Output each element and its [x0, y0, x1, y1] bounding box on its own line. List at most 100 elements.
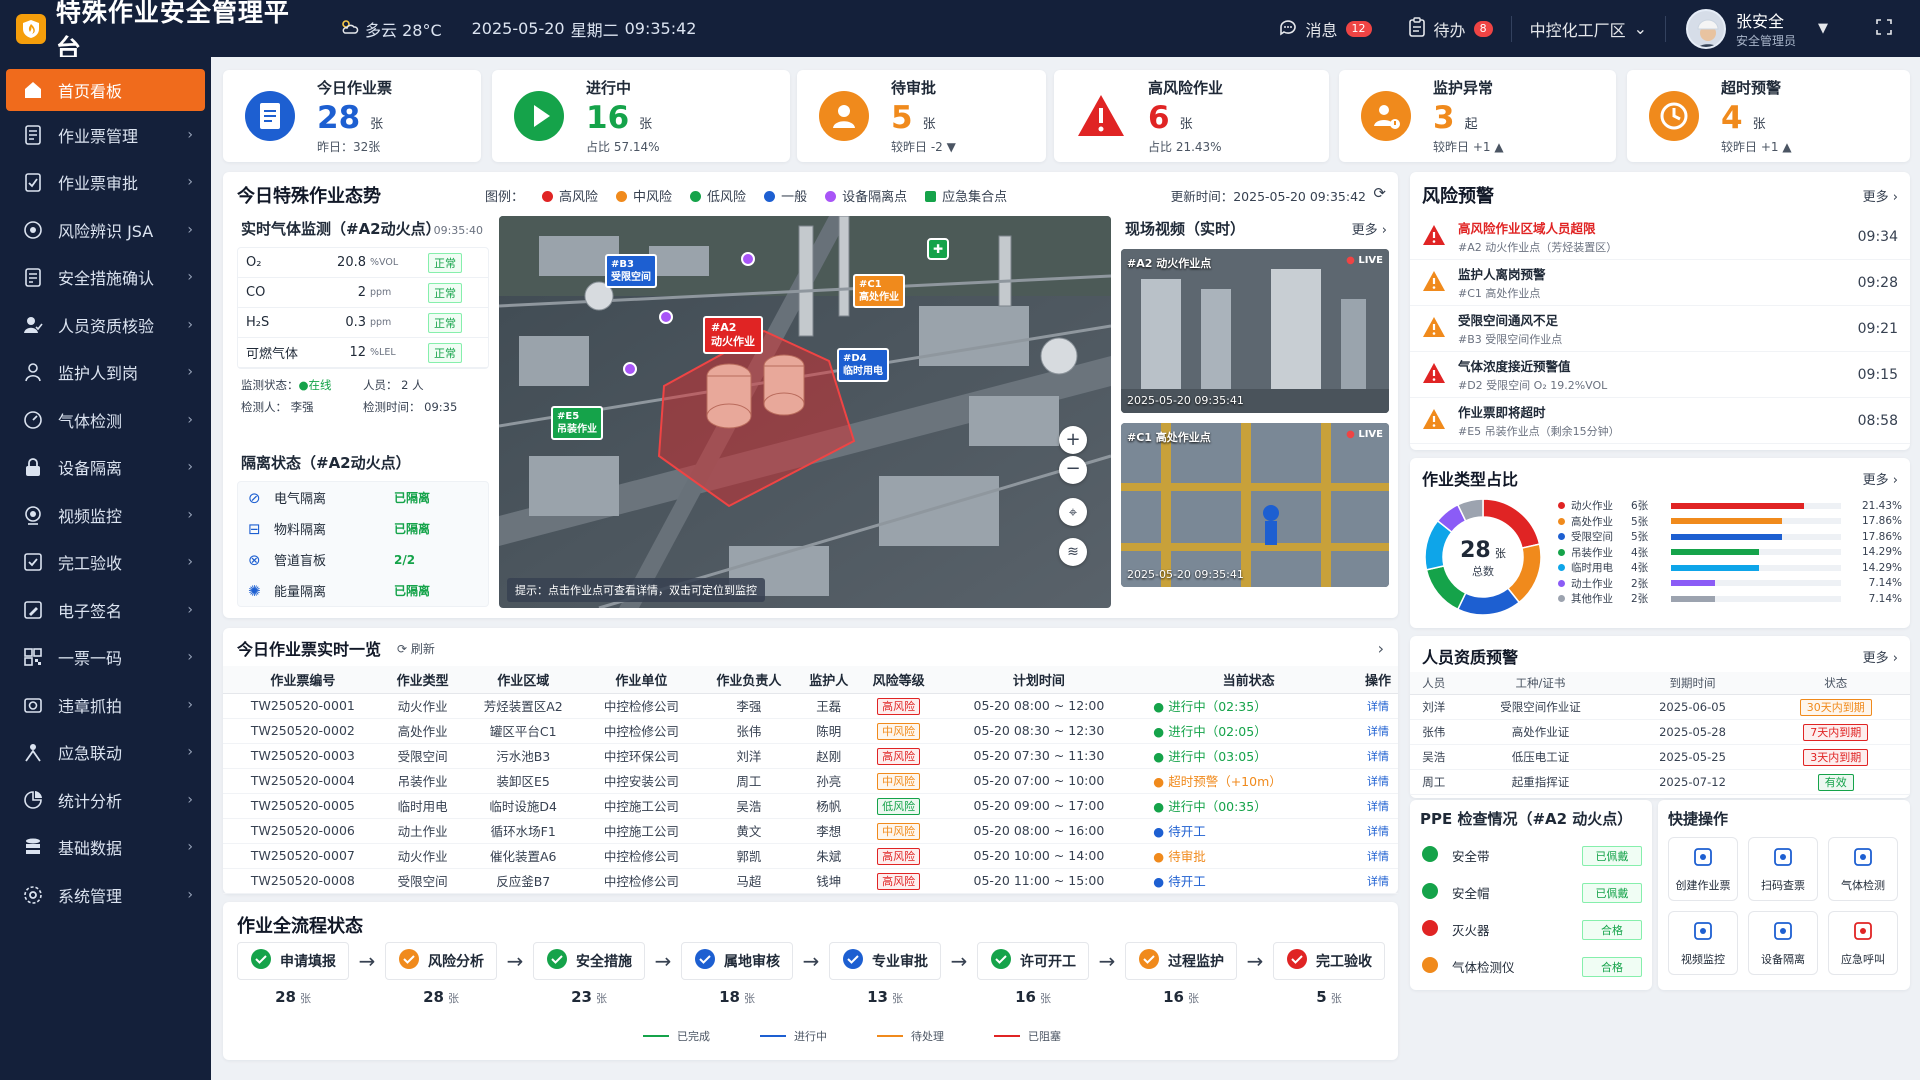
sidebar-item-18[interactable]: 系统管理 ›: [0, 871, 211, 919]
isolation-point-marker[interactable]: [659, 310, 673, 324]
video-feed-2[interactable]: #C1 高处作业点 ● LIVE 2025-05-20 09:35:41: [1121, 423, 1389, 587]
detail-link[interactable]: 详情: [1367, 825, 1389, 838]
user-menu[interactable]: 张安全 安全管理员 ▼: [1666, 8, 1848, 49]
messages-button[interactable]: 消息 12: [1260, 0, 1390, 57]
sidebar-item-10[interactable]: 视频监控 ›: [0, 491, 211, 539]
warning-icon: [1422, 362, 1458, 388]
locate-icon[interactable]: ⌖: [1059, 498, 1087, 526]
zoom-out-button[interactable]: −: [1059, 456, 1087, 484]
marker-a2[interactable]: #A2 动火作业: [703, 316, 763, 354]
stat-card-3[interactable]: 待审批 5 张较昨日 -2 ▼: [797, 70, 1046, 162]
sidebar-item-5[interactable]: 安全措施确认 ›: [0, 254, 211, 302]
detail-link[interactable]: 详情: [1367, 750, 1389, 763]
stat-card-2[interactable]: 进行中 16 张占比 57.14%: [492, 70, 790, 162]
isolation-point-marker[interactable]: [623, 362, 637, 376]
table-row[interactable]: TW250520-0002 高处作业 罐区平台C1 中控检修公司 张伟 陈明 中风险 05-2…: [223, 718, 1398, 744]
table-row[interactable]: TW250520-0005 临时用电 临时设施D4 中控施工公司 吴浩 杨帆 低风险 05-2…: [223, 793, 1398, 819]
process-step[interactable]: 专业审批 13 张: [829, 942, 941, 1006]
detail-link[interactable]: 详情: [1367, 725, 1389, 738]
alert-item[interactable]: 监护人离岗预警 #C1 高处作业点 09:28: [1410, 260, 1910, 306]
stat-card-5[interactable]: 监护异常 3 起较昨日 +1 ▲: [1339, 70, 1616, 162]
process-step[interactable]: 过程监护 16 张: [1125, 942, 1237, 1006]
assembly-point-icon[interactable]: ✚: [927, 238, 949, 260]
stat-card-1[interactable]: 今日作业票 28 张昨日：32张: [223, 70, 481, 162]
zoom-in-button[interactable]: +: [1059, 426, 1087, 454]
stat-card-6[interactable]: 超时预警 4 张较昨日 +1 ▲: [1627, 70, 1910, 162]
quick-title: 快捷操作: [1668, 810, 1729, 828]
quick-action-button[interactable]: 扫码查票: [1748, 837, 1818, 901]
detail-link[interactable]: 详情: [1367, 775, 1389, 788]
sidebar-item-label: 应急联动: [58, 744, 123, 764]
table-row[interactable]: TW250520-0003 受限空间 污水池B3 中控环保公司 刘洋 赵刚 高风险 05-20…: [223, 743, 1398, 769]
marker-d4[interactable]: #D4 临时用电: [837, 348, 889, 382]
sidebar-item-14[interactable]: 违章抓拍 ›: [0, 681, 211, 729]
process-step[interactable]: 许可开工 16 张: [977, 942, 1089, 1006]
donut-slice-3[interactable]: [1456, 587, 1521, 616]
detail-link[interactable]: 详情: [1367, 875, 1389, 888]
marker-b3[interactable]: #B3 受限空间: [605, 254, 657, 288]
site-map[interactable]: #B3 受限空间 #C1 高处作业 #A2 动火作业 #D4 临时用电 #E5 吊装作业 …: [499, 216, 1111, 608]
refresh-icon[interactable]: ⟳: [1373, 184, 1386, 202]
process-step[interactable]: 风险分析 28 张: [385, 942, 497, 1006]
sidebar-item-3[interactable]: 作业票审批 ›: [0, 159, 211, 207]
alert-item[interactable]: 受限空间通风不足 #B3 受限空间作业点 09:21: [1410, 306, 1910, 352]
stat-unit: 张: [639, 117, 653, 132]
sidebar-item-1[interactable]: 首页看板: [6, 69, 205, 111]
job-type-more-link[interactable]: 更多 ›: [1863, 469, 1898, 488]
table-row[interactable]: TW250520-0007 动火作业 催化装置A6 中控检修公司 郭凯 朱斌 高风险 05-2…: [223, 843, 1398, 869]
quick-action-button[interactable]: 气体检测: [1828, 837, 1898, 901]
process-step[interactable]: 申请填报 28 张: [237, 942, 349, 1006]
alert-item[interactable]: 气体浓度接近预警值 #D2 受限空间 O₂ 19.2%VOL 09:15: [1410, 352, 1910, 398]
sidebar-item-6[interactable]: 人员资质核验 ›: [0, 301, 211, 349]
alert-item[interactable]: 作业票即将超时 #E5 吊装作业点（剩余15分钟） 08:58: [1410, 398, 1910, 444]
quick-action-button[interactable]: 视频监控: [1668, 911, 1738, 975]
sidebar-item-8[interactable]: 气体检测 ›: [0, 396, 211, 444]
refresh-button[interactable]: ⟳ 刷新: [397, 640, 435, 657]
sidebar-item-15[interactable]: 应急联动 ›: [0, 729, 211, 777]
sidebar-item-9[interactable]: 设备隔离 ›: [0, 444, 211, 492]
sidebar-item-11[interactable]: 完工验收 ›: [0, 539, 211, 587]
sidebar-item-16[interactable]: 统计分析 ›: [0, 776, 211, 824]
video-feed-1[interactable]: #A2 动火作业点 ● LIVE 2025-05-20 09:35:41: [1121, 249, 1389, 413]
isolation-point-marker[interactable]: [741, 252, 755, 266]
marker-e5[interactable]: #E5 吊装作业: [551, 406, 603, 440]
process-step[interactable]: 完工验收 5 张: [1273, 942, 1385, 1006]
todo-button[interactable]: 待办 8: [1390, 0, 1511, 57]
detail-link[interactable]: 详情: [1367, 800, 1389, 813]
qualification-more-link[interactable]: 更多 ›: [1863, 647, 1898, 666]
job-type-percent: 21.43%: [1861, 499, 1902, 512]
fullscreen-button[interactable]: [1848, 0, 1920, 57]
detail-link[interactable]: 详情: [1367, 850, 1389, 863]
marker-c1[interactable]: #C1 高处作业: [853, 274, 905, 308]
table-row[interactable]: 周工 起重指挥证 2025-07-12 有效: [1410, 769, 1910, 795]
sidebar-item-4[interactable]: 风险辨识 JSA ›: [0, 206, 211, 254]
stat-card-4[interactable]: 高风险作业 6 张占比 21.43%: [1054, 70, 1329, 162]
video-more-link[interactable]: 更多 ›: [1352, 219, 1387, 238]
isolation-name: 管道盲板: [274, 554, 327, 569]
chevron-right-icon[interactable]: ›: [1378, 639, 1384, 658]
process-step[interactable]: 属地审核 18 张: [681, 942, 793, 1006]
table-row[interactable]: TW250520-0006 动土作业 循环水场F1 中控施工公司 黄文 李想 中风险 05-2…: [223, 818, 1398, 844]
table-row[interactable]: TW250520-0004 吊装作业 装卸区E5 中控安装公司 周工 孙亮 中风险 05-20…: [223, 768, 1398, 794]
table-row[interactable]: TW250520-0008 受限空间 反应釜B7 中控检修公司 马超 钱坤 高风险 05-20…: [223, 868, 1398, 894]
table-row[interactable]: 吴浩 低压电工证 2025-05-25 3天内到期: [1410, 744, 1910, 770]
sidebar-item-13[interactable]: 一票一码 ›: [0, 634, 211, 682]
plant-selector[interactable]: 中控化工厂区 ⌄: [1512, 0, 1665, 57]
ppe-status-tag: 合格: [1582, 919, 1642, 940]
sidebar-item-12[interactable]: 电子签名 ›: [0, 586, 211, 634]
process-step[interactable]: 安全措施 23 张: [533, 942, 645, 1006]
sidebar-item-2[interactable]: 作业票管理 ›: [0, 111, 211, 159]
quick-action-button[interactable]: 创建作业票: [1668, 837, 1738, 901]
table-row[interactable]: 张伟 高处作业证 2025-05-28 7天内到期: [1410, 719, 1910, 745]
sidebar-item-17[interactable]: 基础数据 ›: [0, 824, 211, 872]
alerts-more-link[interactable]: 更多 ›: [1863, 186, 1898, 205]
table-row[interactable]: 刘洋 受限空间作业证 2025-06-05 30天内到期: [1410, 694, 1910, 720]
table-row[interactable]: TW250520-0001 动火作业 芳烃装置区A2 中控检修公司 李强 王磊 高风险 05-…: [223, 693, 1398, 719]
alert-item[interactable]: 高风险作业区域人员超限 #A2 动火作业点（芳烃装置区） 09:34: [1410, 214, 1910, 260]
layers-icon[interactable]: ≋: [1059, 538, 1087, 566]
sidebar-item-7[interactable]: 监护人到岗 ›: [0, 349, 211, 397]
detail-link[interactable]: 详情: [1367, 700, 1389, 713]
quick-action-button[interactable]: 设备隔离: [1748, 911, 1818, 975]
quick-action-button[interactable]: 应急呼叫: [1828, 911, 1898, 975]
marker-id: #A2: [711, 321, 737, 334]
